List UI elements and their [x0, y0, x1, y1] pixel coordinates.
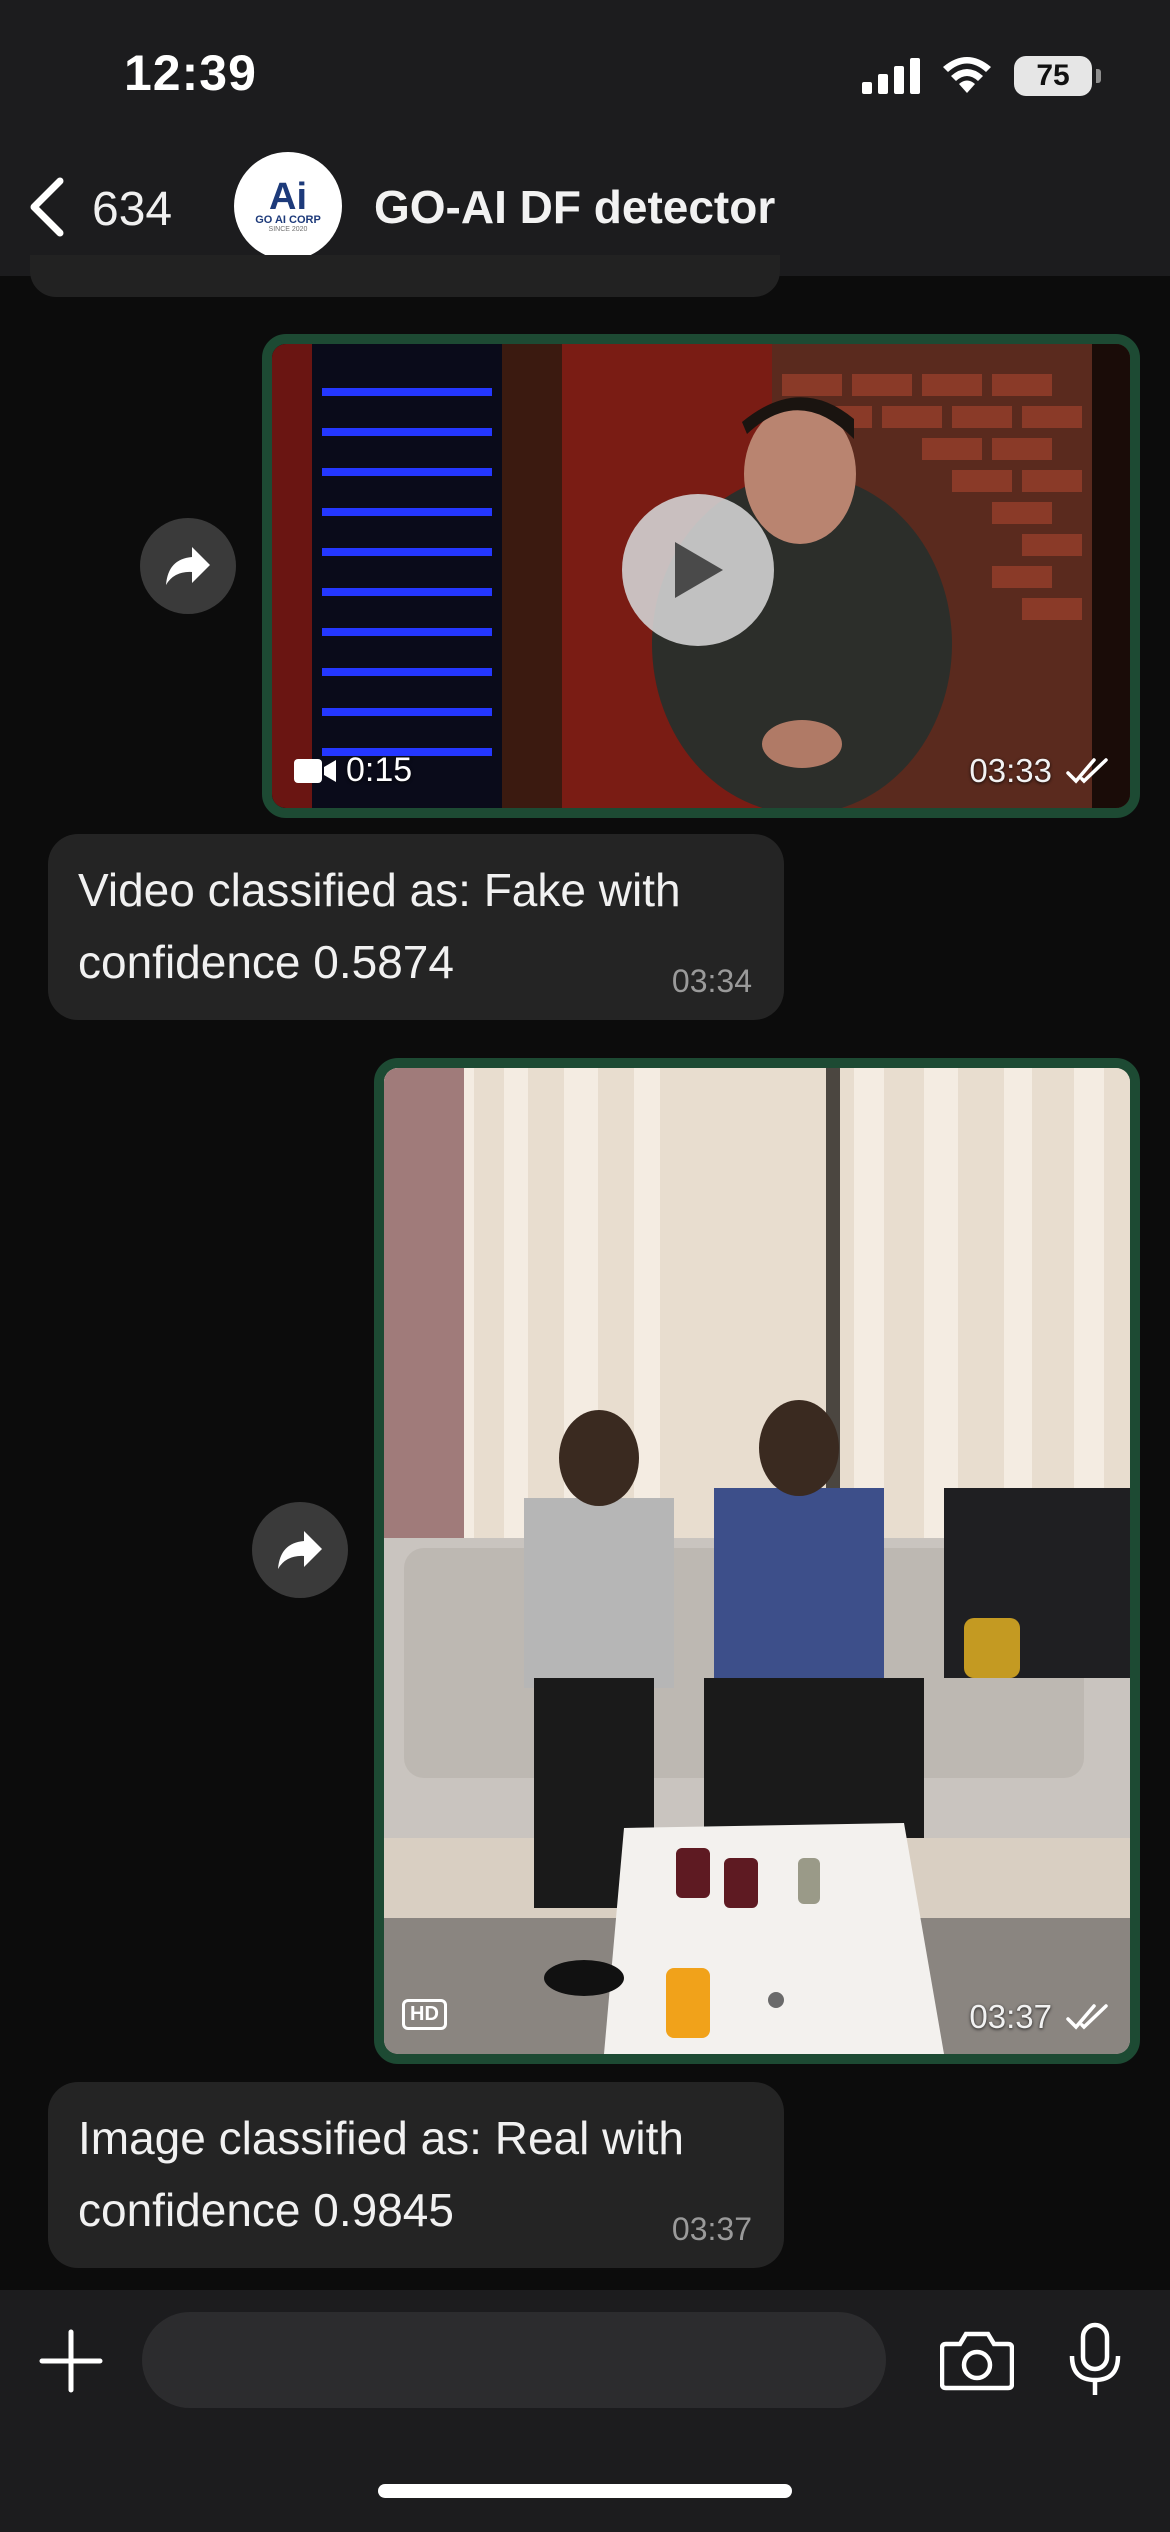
avatar-logo-text: Ai: [269, 175, 307, 218]
message-time: 03:33: [969, 752, 1052, 789]
message-timestamp: 03:33: [969, 752, 1112, 790]
avatar[interactable]: Ai GO AI CORP SINCE 2020: [234, 152, 342, 260]
received-message-bubble[interactable]: Video classified as: Fake with confidenc…: [48, 834, 784, 1020]
video-duration-text: 0:15: [346, 751, 413, 789]
status-bar: 12:39 75: [0, 0, 1170, 140]
double-check-icon: [1066, 2004, 1108, 2030]
play-icon: [675, 542, 723, 598]
image-message[interactable]: HD 03:37: [374, 1058, 1140, 2064]
video-camera-icon: [294, 758, 336, 783]
plus-icon[interactable]: [38, 2328, 104, 2394]
message-text: Video classified as: Fake with confidenc…: [78, 864, 681, 988]
battery-level: 75: [1036, 59, 1070, 92]
page-indicator-dot: [768, 1992, 784, 2008]
message-time: 03:34: [671, 963, 752, 999]
forward-button[interactable]: [252, 1502, 348, 1598]
message-time: 03:37: [969, 1998, 1052, 2035]
video-message[interactable]: 0:15 03:33: [262, 334, 1140, 818]
mic-icon[interactable]: [1068, 2322, 1122, 2398]
home-indicator[interactable]: [378, 2484, 792, 2498]
hd-badge-icon: HD: [402, 1999, 447, 2030]
back-chevron-icon: [30, 177, 64, 237]
forward-button[interactable]: [140, 518, 236, 614]
status-time: 12:39: [124, 45, 257, 101]
message-text: Image classified as: Real with confidenc…: [78, 2112, 684, 2236]
photo-thumbnail: [384, 1068, 1130, 2054]
video-duration: 0:15: [294, 751, 412, 790]
previous-message-bubble: [30, 255, 780, 297]
forward-icon: [278, 1531, 322, 1569]
camera-icon[interactable]: [940, 2330, 1014, 2392]
forward-icon: [166, 547, 210, 585]
battery-icon: 75: [1014, 56, 1101, 96]
avatar-corp-text: GO AI CORP: [255, 213, 321, 226]
chat-title[interactable]: GO-AI DF detector: [374, 180, 775, 234]
avatar-since-text: SINCE 2020: [268, 225, 308, 233]
message-time: 03:37: [671, 2211, 752, 2247]
message-timestamp: 03:37: [969, 1998, 1112, 2036]
wifi-icon: [943, 57, 991, 93]
double-check-icon: [1066, 758, 1108, 784]
status-icons: 75: [862, 56, 1101, 96]
signal-icon: [862, 58, 920, 94]
play-button[interactable]: [622, 494, 774, 646]
message-input[interactable]: [142, 2312, 886, 2408]
unread-count[interactable]: 634: [92, 182, 172, 237]
back-button[interactable]: [26, 172, 96, 242]
received-message-bubble[interactable]: Image classified as: Real with confidenc…: [48, 2082, 784, 2268]
